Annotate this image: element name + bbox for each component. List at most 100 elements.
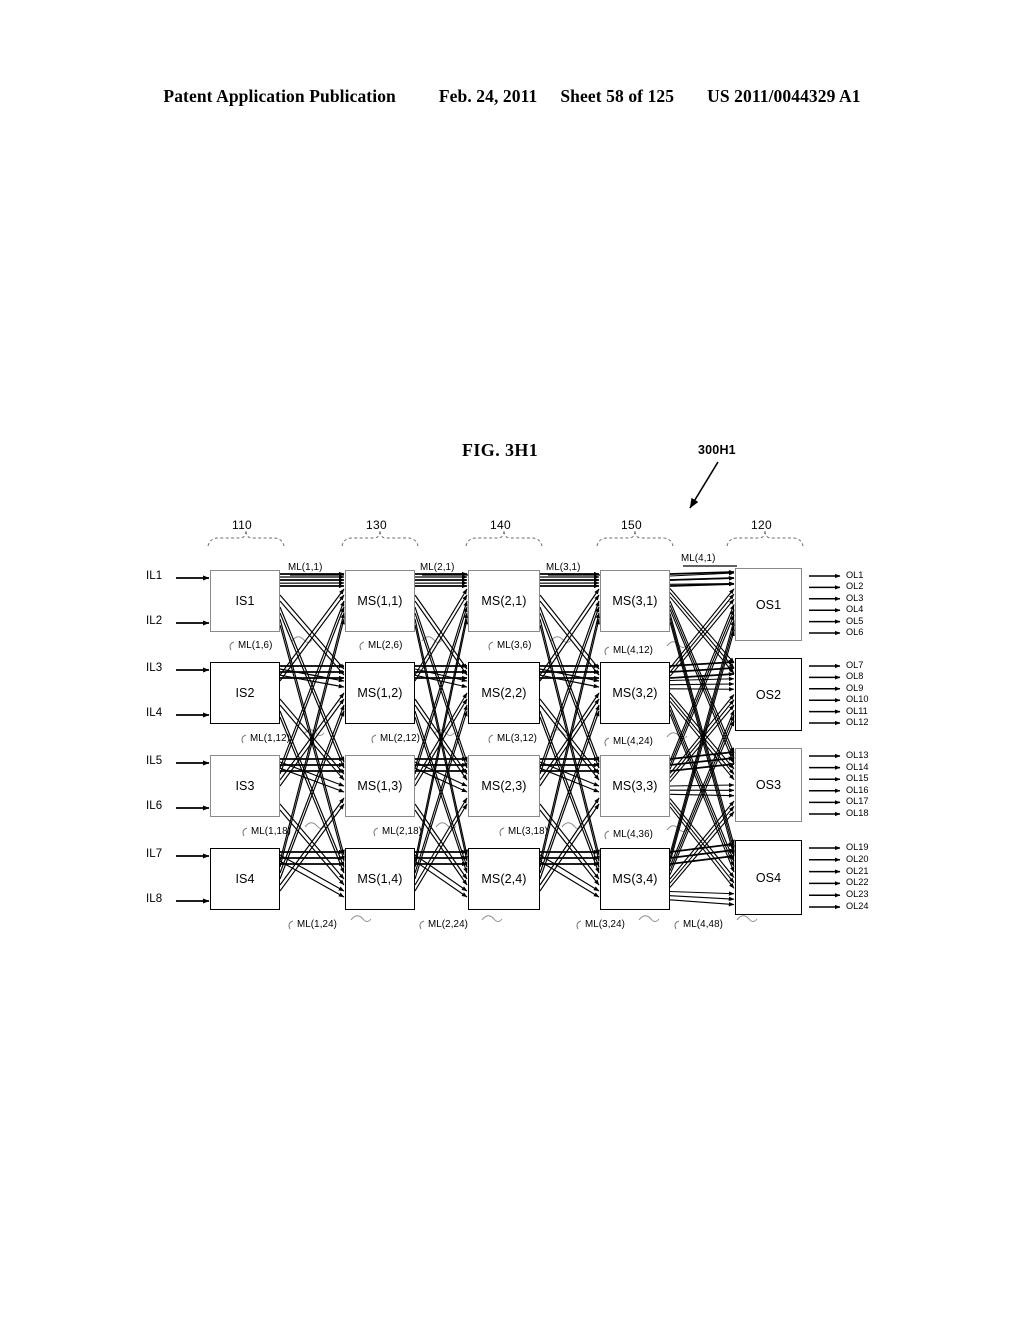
middle3-switch-4[interactable]: MS(3,4) <box>600 848 670 910</box>
middle3-switch-2[interactable]: MS(3,2) <box>600 662 670 724</box>
ml-leader <box>488 641 494 651</box>
middle2-switch-4[interactable]: MS(2,4) <box>468 848 540 910</box>
middle-link-label-ml31: ML(3,1) <box>546 562 581 573</box>
output-link-label-OL4: OL4 <box>846 604 864 615</box>
ml-leader <box>499 827 505 837</box>
ml-leader <box>242 827 248 837</box>
input-link-label-IL4: IL4 <box>146 707 163 719</box>
input-link-label-IL6: IL6 <box>146 800 163 812</box>
output-link-label-OL16: OL16 <box>846 784 869 795</box>
interstage-link <box>279 668 345 683</box>
middle2-switch-2-label: MS(2,2) <box>481 686 527 700</box>
ml-leader <box>576 920 582 930</box>
middle1-switch-1[interactable]: MS(1,1) <box>345 570 415 632</box>
output-stage-link <box>669 895 735 902</box>
input-switch-1-label: IS1 <box>235 594 255 608</box>
middle-link-label-ml324: ML(3,24) <box>585 919 626 930</box>
output-stage-link <box>669 899 735 907</box>
middle2-switch-3-label: MS(2,3) <box>481 779 527 793</box>
middle1-switch-1-label: MS(1,1) <box>357 594 403 608</box>
output-link-label-OL7: OL7 <box>846 660 864 670</box>
ml-leader <box>604 646 610 656</box>
ml-leader <box>229 641 235 651</box>
middle-link-label-ml412: ML(4,12) <box>613 645 654 656</box>
input-switch-4-label: IS4 <box>235 872 255 886</box>
input-switch-3[interactable]: IS3 <box>210 755 280 817</box>
ml-squiggle <box>638 915 660 922</box>
output-switch-1[interactable]: OS1 <box>735 568 802 641</box>
output-link-label-OL22: OL22 <box>846 877 869 888</box>
middle1-switch-4[interactable]: MS(1,4) <box>345 848 415 910</box>
middle2-switch-1[interactable]: MS(2,1) <box>468 570 540 632</box>
output-link-label-OL17: OL17 <box>846 796 869 807</box>
middle3-switch-1-label: MS(3,1) <box>612 594 658 608</box>
ml-leader <box>488 734 494 744</box>
output-stage-link <box>669 890 735 896</box>
input-link-label-IL7: IL7 <box>146 848 163 860</box>
middle3-switch-3[interactable]: MS(3,3) <box>600 755 670 817</box>
input-switch-1[interactable]: IS1 <box>210 570 280 632</box>
output-switch-1-label: OS1 <box>755 597 782 612</box>
middle-link-label-ml436: ML(4,36) <box>613 829 654 840</box>
output-link-label-OL1: OL1 <box>846 570 864 580</box>
input-switch-3-label: IS3 <box>235 779 255 793</box>
middle-link-label-ml112: ML(1,12) <box>250 733 291 744</box>
output-switch-2-label: OS2 <box>755 687 782 702</box>
output-link-label-OL10: OL10 <box>846 694 869 705</box>
middle1-switch-3[interactable]: MS(1,3) <box>345 755 415 817</box>
middle2-switch-3[interactable]: MS(2,3) <box>468 755 540 817</box>
middle-link-label-ml16: ML(1,6) <box>238 640 273 651</box>
output-link-label-OL24: OL24 <box>846 901 869 911</box>
output-link-label-OL21: OL21 <box>846 865 869 876</box>
ml-leader <box>419 920 425 930</box>
output-link-label-OL23: OL23 <box>846 889 869 900</box>
ml-leader <box>359 641 365 651</box>
stage-brace-150 <box>596 529 674 547</box>
ml-leader <box>373 827 379 837</box>
interstage-link <box>414 860 468 898</box>
output-switch-3[interactable]: OS3 <box>735 748 802 822</box>
output-link-label-OL11: OL11 <box>846 705 868 716</box>
middle-link-label-ml224: ML(2,24) <box>428 919 469 930</box>
input-link-label-IL1: IL1 <box>146 570 163 582</box>
middle-link-label-ml41: ML(4,1) <box>681 553 716 564</box>
output-link-label-OL19: OL19 <box>846 842 869 852</box>
middle3-switch-2-label: MS(3,2) <box>612 686 658 700</box>
middle2-switch-2[interactable]: MS(2,2) <box>468 662 540 724</box>
ml-leader <box>241 734 247 744</box>
output-switch-2[interactable]: OS2 <box>735 658 802 731</box>
stage-number-110: 110 <box>232 518 253 532</box>
output-link-label-OL8: OL8 <box>846 671 864 682</box>
middle3-switch-1[interactable]: MS(3,1) <box>600 570 670 632</box>
output-switch-4[interactable]: OS4 <box>735 840 802 915</box>
middle3-switch-3-label: MS(3,3) <box>612 779 658 793</box>
output-link-label-OL5: OL5 <box>846 615 864 626</box>
stage-number-120: 120 <box>751 518 772 532</box>
interstage-link <box>539 797 600 886</box>
ml-leader <box>371 734 377 744</box>
output-link-label-OL3: OL3 <box>846 592 864 603</box>
middle3-switch-4-label: MS(3,4) <box>612 872 658 886</box>
output-stage-link <box>669 800 735 880</box>
stage-brace-140 <box>465 529 543 547</box>
middle1-switch-3-label: MS(1,3) <box>357 779 403 793</box>
stage-brace-110 <box>207 529 285 547</box>
middle1-switch-2[interactable]: MS(1,2) <box>345 662 415 724</box>
output-link-label-OL12: OL12 <box>846 717 869 727</box>
input-switch-2[interactable]: IS2 <box>210 662 280 724</box>
stage-number-140: 140 <box>490 518 511 532</box>
middle-link-label-ml11: ML(1,1) <box>288 562 323 573</box>
middle-link-label-ml124: ML(1,24) <box>297 919 338 930</box>
output-stage-link <box>669 782 735 788</box>
interstage-link <box>414 668 468 682</box>
output-link-label-OL15: OL15 <box>846 773 869 784</box>
stage-brace-130 <box>341 529 419 547</box>
middle-link-label-ml448: ML(4,48) <box>683 919 724 930</box>
ml-leader <box>604 830 610 840</box>
middle1-switch-4-label: MS(1,4) <box>357 872 403 886</box>
input-switch-4[interactable]: IS4 <box>210 848 280 910</box>
input-link-label-IL8: IL8 <box>146 893 163 905</box>
input-switch-2-label: IS2 <box>235 686 255 700</box>
network-diagram: IS1 IS2 IS3 IS4 MS(1,1) MS(1,2) MS(1,3) MS(1,4)… <box>0 0 1024 1320</box>
middle-link-label-ml218: ML(2,18) <box>382 826 423 837</box>
